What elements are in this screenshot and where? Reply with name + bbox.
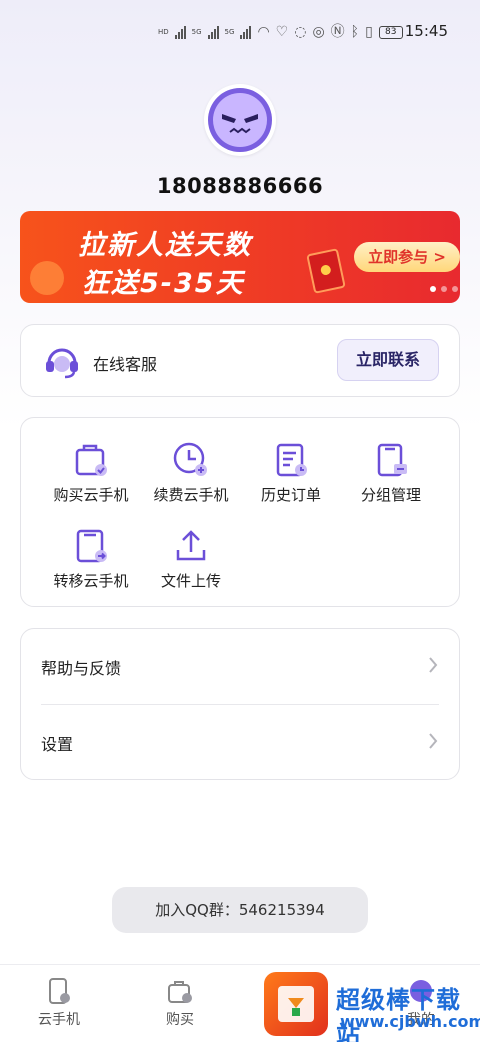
feature-label: 续费云手机 (153, 486, 229, 504)
signal-icon (207, 25, 219, 39)
alarm-clock-icon (30, 261, 64, 295)
pagination-dot[interactable] (452, 286, 458, 292)
menu-item-label: 设置 (41, 735, 74, 754)
banner-headline: 拉新人送天数 (78, 230, 252, 261)
watermark-title: 超级棒下载站 (336, 986, 461, 1042)
signal-icon (174, 25, 186, 39)
sync-icon: ◌ (294, 24, 307, 40)
tab-buy[interactable]: 购买 (130, 977, 230, 1029)
banner-pagination (430, 286, 458, 292)
red-envelope-icon (306, 248, 346, 294)
chevron-right-icon (429, 733, 438, 749)
feature-group-management[interactable]: 分组管理 (341, 440, 441, 505)
heart-icon: ♡ (275, 24, 289, 40)
feature-label: 文件上传 (160, 572, 221, 590)
avatar[interactable] (204, 84, 276, 156)
cloud-phone-icon (49, 978, 70, 1004)
avatar-face-icon (208, 88, 272, 152)
watermark-url: www.cjbwh.com (340, 1012, 480, 1031)
feature-transfer-cloud-phone[interactable]: 转移云手机 (41, 526, 141, 591)
tab-label: 购买 (166, 1012, 194, 1028)
app-icon: ◎ (312, 24, 325, 40)
shopping-bag-icon (75, 444, 107, 476)
promo-banner[interactable]: 拉新人送天数 狂送5-35天 立即参与 > (20, 211, 460, 303)
tab-label: 云手机 (38, 1012, 80, 1028)
battery-icon: 83 (378, 25, 403, 39)
bluetooth-icon: ᛒ (350, 24, 360, 40)
pagination-dot[interactable] (441, 286, 447, 292)
contact-now-button[interactable]: 立即联系 (337, 339, 439, 381)
upload-icon (176, 530, 206, 561)
feature-buy-cloud-phone[interactable]: 购买云手机 (41, 440, 141, 505)
settings-menu: 帮助与反馈 设置 (20, 628, 460, 780)
customer-service-card: 在线客服 立即联系 (20, 324, 460, 397)
feature-order-history[interactable]: 历史订单 (241, 440, 341, 505)
menu-item-help-feedback[interactable]: 帮助与反馈 (21, 629, 461, 704)
customer-service-label: 在线客服 (93, 355, 158, 374)
status-bar: HD 5G 5G ◠ ♡ ◌ ◎ Ⓝ ᛒ ▯ 83 15:45 (0, 0, 480, 64)
network-label-hd: HD (158, 27, 169, 36)
transfer-icon (76, 529, 107, 563)
signal-icon (240, 25, 252, 39)
nfc-icon: Ⓝ (330, 24, 345, 40)
pagination-dot-active[interactable] (430, 286, 436, 292)
clock-plus-icon (173, 442, 207, 476)
watermark-logo (264, 972, 328, 1036)
shopping-bag-icon (168, 981, 192, 1003)
group-manage-icon (377, 443, 407, 477)
feature-label: 历史订单 (260, 486, 321, 504)
feature-grid: 购买云手机 续费云手机 历史订单 分组管理 转移云手机 文件上传 (20, 417, 460, 607)
feature-label: 分组管理 (360, 486, 421, 504)
menu-item-settings[interactable]: 设置 (21, 705, 461, 780)
feature-renew-cloud-phone[interactable]: 续费云手机 (141, 440, 241, 505)
chevron-right-icon (429, 657, 438, 673)
feature-file-upload[interactable]: 文件上传 (141, 526, 241, 591)
menu-item-label: 帮助与反馈 (41, 659, 122, 678)
banner-subheadline: 狂送5-35天 (82, 268, 245, 299)
user-phone-number: 18088886666 (156, 174, 324, 198)
status-time: 15:45 (404, 22, 448, 40)
qq-group-info[interactable]: 加入QQ群：546215394 (112, 887, 368, 933)
tab-cloud-phone[interactable]: 云手机 (9, 977, 109, 1029)
headset-icon (46, 348, 78, 379)
order-history-icon (276, 443, 307, 477)
download-arrow-icon (278, 986, 314, 1022)
banner-join-button[interactable]: 立即参与 > (354, 242, 460, 272)
wifi-icon: ◠ (257, 24, 270, 40)
feature-label: 转移云手机 (53, 572, 129, 590)
network-label-5g: 5G (191, 27, 202, 36)
network-label-5g: 5G (224, 27, 235, 36)
feature-label: 购买云手机 (53, 486, 129, 504)
status-icons: HD 5G 5G ◠ ♡ ◌ ◎ Ⓝ ᛒ ▯ 83 (158, 22, 403, 42)
vibrate-icon: ▯ (365, 24, 373, 40)
